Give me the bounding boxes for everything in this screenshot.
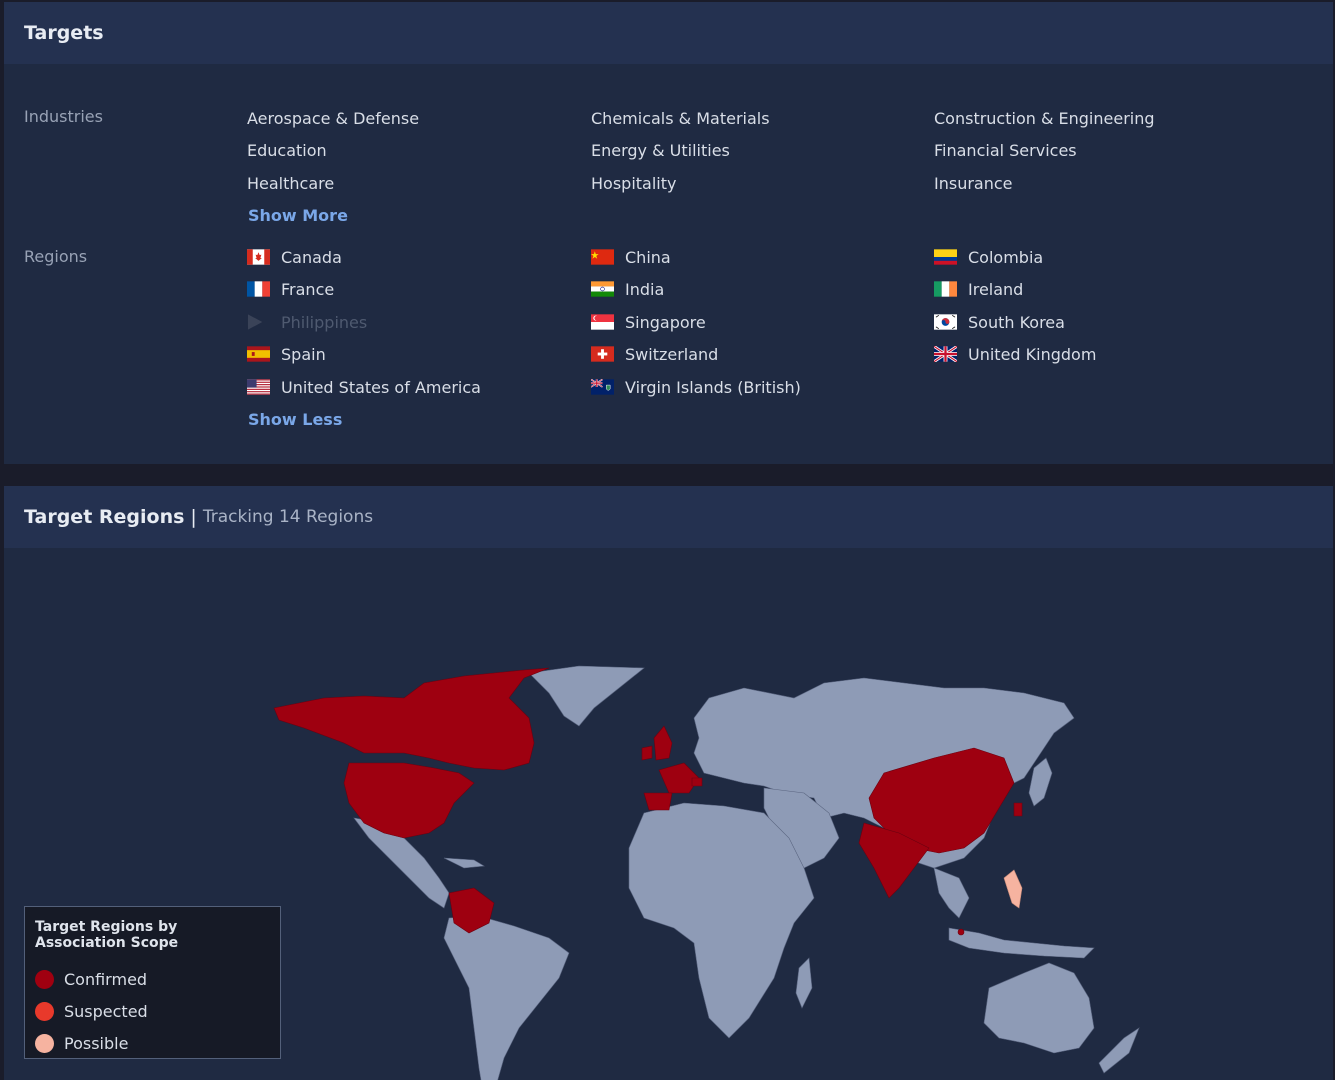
region-name: India [625, 279, 665, 299]
region-item-china[interactable]: China [591, 246, 671, 268]
region-name: United States of America [281, 377, 481, 397]
industry-item[interactable]: Chemicals & Materials [591, 107, 770, 129]
target-regions-header: Target Regions | Tracking 14 Regions [4, 486, 1333, 548]
region-name: Singapore [625, 312, 706, 332]
region-name: Spain [281, 344, 326, 364]
region-item-colombia[interactable]: Colombia [934, 246, 1043, 268]
target-regions-subtitle: Tracking 14 Regions [202, 507, 374, 527]
china-flag-icon [591, 249, 614, 265]
region-name: South Korea [968, 312, 1065, 332]
bvi-flag-icon [591, 379, 614, 395]
targets-title: Targets [24, 22, 104, 44]
region-item-philippines[interactable]: Philippines [247, 311, 367, 333]
canada-flag-icon [247, 249, 270, 265]
region-item-south-korea[interactable]: South Korea [934, 311, 1065, 333]
targets-panel: Targets Industries Aerospace & Defense C… [4, 2, 1333, 464]
region-item-france[interactable]: France [247, 278, 334, 300]
region-name: Philippines [281, 312, 368, 332]
south-korea-flag-icon [934, 314, 957, 330]
legend-item-suspected: Suspected [35, 995, 270, 1027]
region-name: France [281, 279, 335, 299]
industry-item[interactable]: Insurance [934, 172, 1013, 194]
industry-item[interactable]: Education [247, 139, 327, 161]
legend-item-confirmed: Confirmed [35, 963, 270, 995]
uk-flag-icon [934, 346, 957, 362]
suspected-dot-icon [35, 1001, 54, 1021]
region-item-india[interactable]: India [591, 278, 664, 300]
industries-label: Industries [24, 107, 103, 126]
industry-item[interactable]: Construction & Engineering [934, 107, 1155, 129]
industry-item[interactable]: Aerospace & Defense [247, 107, 419, 129]
show-less-link[interactable]: Show Less [248, 408, 342, 430]
india-flag-icon [591, 281, 614, 297]
target-regions-panel: Target Regions | Tracking 14 Regions Tar… [4, 486, 1333, 1080]
region-item-canada[interactable]: Canada [247, 246, 342, 268]
singapore-flag-icon [591, 314, 614, 330]
target-regions-title: Target Regions [24, 506, 185, 528]
region-item-usa[interactable]: United States of America [247, 376, 481, 398]
legend-item-possible: Possible [35, 1027, 270, 1059]
region-item-ireland[interactable]: Ireland [934, 278, 1023, 300]
region-name: Ireland [968, 279, 1024, 299]
legend-label: Possible [64, 1033, 129, 1053]
show-more-link[interactable]: Show More [248, 204, 348, 226]
region-item-virgin-islands-british[interactable]: Virgin Islands (British) [591, 376, 801, 398]
possible-regions [1003, 869, 1023, 909]
region-name: Canada [281, 247, 342, 267]
header-separator: | [190, 506, 197, 528]
region-item-united-kingdom[interactable]: United Kingdom [934, 343, 1096, 365]
regions-label: Regions [24, 247, 88, 266]
legend-title: Target Regions by Association Scope [35, 919, 179, 951]
confirmed-dot-icon [35, 969, 54, 989]
colombia-flag-icon [934, 249, 957, 265]
legend-label: Confirmed [64, 969, 148, 989]
switzerland-flag-icon [591, 346, 614, 362]
usa-flag-icon [247, 379, 270, 395]
spain-flag-icon [247, 346, 270, 362]
region-name: Switzerland [625, 344, 719, 364]
france-flag-icon [247, 281, 270, 297]
region-name: Colombia [968, 247, 1044, 267]
region-name: China [625, 247, 671, 267]
targets-header: Targets [4, 2, 1333, 64]
region-item-spain[interactable]: Spain [247, 343, 326, 365]
possible-dot-icon [35, 1033, 54, 1053]
region-name: Virgin Islands (British) [625, 377, 801, 397]
region-name: United Kingdom [968, 344, 1097, 364]
region-item-singapore[interactable]: Singapore [591, 311, 706, 333]
industry-item[interactable]: Hospitality [591, 172, 676, 194]
map-legend: Target Regions by Association Scope Conf… [24, 906, 281, 1059]
industry-item[interactable]: Energy & Utilities [591, 139, 730, 161]
industry-item[interactable]: Healthcare [247, 172, 334, 194]
industry-item[interactable]: Financial Services [934, 139, 1077, 161]
region-item-switzerland[interactable]: Switzerland [591, 343, 718, 365]
ireland-flag-icon [934, 281, 957, 297]
legend-label: Suspected [64, 1001, 148, 1021]
play-icon [247, 314, 263, 330]
